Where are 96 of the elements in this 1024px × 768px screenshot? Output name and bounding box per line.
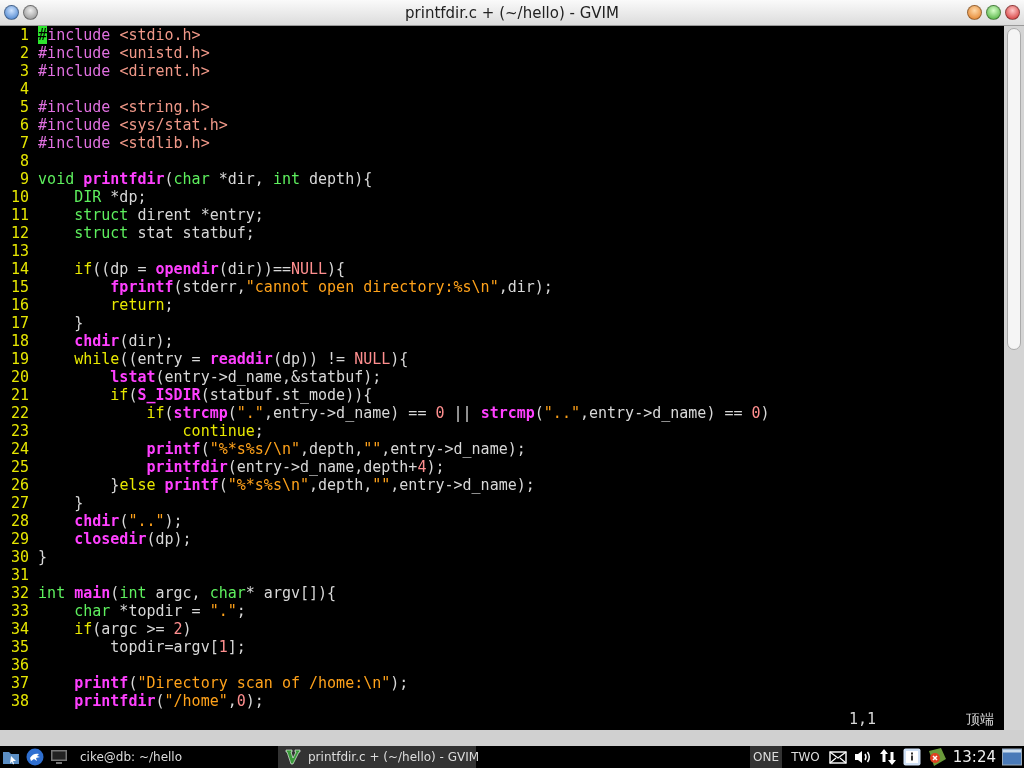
code-line: #include <unistd.h> (38, 44, 210, 62)
line-number: 19 (10, 350, 30, 368)
code-line: struct dirent *entry; (73, 206, 264, 224)
code-line: void printfdir(char *dir, int depth){ (38, 170, 373, 188)
line-number: 2 (19, 44, 30, 62)
line-number: 11 (10, 206, 30, 224)
line-number: 17 (10, 314, 30, 332)
code-line: int main(int argc, char* argv[]){ (38, 584, 337, 602)
sticky-button[interactable] (23, 5, 38, 20)
line-number: 5 (19, 98, 30, 116)
vim-icon (284, 748, 302, 766)
code-line: printfdir(entry->d_name,depth+4); (145, 458, 445, 476)
line-number: 38 (10, 692, 30, 710)
speaker-icon[interactable] (852, 749, 873, 765)
line-number: 32 (10, 584, 30, 602)
scroll-position: 顶端 (966, 710, 994, 728)
code-line: printf("%*s%s/\n",depth,"",entry->d_name); (145, 440, 526, 458)
line-number: 36 (10, 656, 30, 674)
line-number: 29 (10, 530, 30, 548)
line-number: 6 (19, 116, 30, 134)
taskbar-item[interactable]: printfdir.c + (~/hello) - GVIM (278, 746, 476, 768)
line-number: 9 (19, 170, 30, 188)
code-line: #include <string.h> (38, 98, 210, 116)
line-number: 18 (10, 332, 30, 350)
line-number: 3 (19, 62, 30, 80)
code-line: } (73, 494, 84, 512)
desktop-switch[interactable]: TWO (788, 746, 823, 768)
code-line: #include <sys/stat.h> (38, 116, 228, 134)
line-number: 28 (10, 512, 30, 530)
line-number: 8 (19, 152, 30, 170)
code-line: topdir=argv[1]; (109, 638, 246, 656)
line-number: 1 (19, 26, 30, 44)
code-line: chdir(".."); (73, 512, 183, 530)
line-number: 35 (10, 638, 30, 656)
window-menu-button[interactable] (4, 5, 19, 20)
code-line: fprintf(stderr,"cannot open directory:%s\n",dir); (109, 278, 553, 296)
code-line: if(S_ISDIR(statbuf.st_mode)){ (109, 386, 373, 404)
code-line: #include <stdlib.h> (38, 134, 210, 152)
code-line: printf("Directory scan of /home:\n"); (73, 674, 409, 692)
line-number: 22 (10, 404, 30, 422)
taskbar-item[interactable]: cike@db: ~/hello (74, 746, 272, 768)
line-number: 30 (10, 548, 30, 566)
code-line: } (38, 548, 48, 566)
window-title: printfdir.c + (~/hello) - GVIM (405, 3, 619, 22)
line-number: 21 (10, 386, 30, 404)
code-line: closedir(dp); (73, 530, 192, 548)
scrollbar-thumb[interactable] (1007, 28, 1021, 350)
code-line: printfdir("/home",0); (73, 692, 264, 710)
line-number: 25 (10, 458, 30, 476)
scrollbar[interactable] (1004, 26, 1024, 730)
line-number: 34 (10, 620, 30, 638)
code-line: if((dp = opendir(dir))==NULL){ (73, 260, 346, 278)
line-number: 7 (19, 134, 30, 152)
line-number: 24 (10, 440, 30, 458)
line-number: 20 (10, 368, 30, 386)
cursor-position: 1,1 (849, 710, 878, 728)
info-icon[interactable] (902, 748, 921, 766)
line-number: 26 (10, 476, 30, 494)
line-number: 4 (19, 80, 30, 98)
code-line: lstat(entry->d_name,&statbuf); (109, 368, 382, 386)
code-line: #include <stdio.h> (38, 26, 201, 44)
line-number: 15 (10, 278, 30, 296)
clock[interactable]: 13:24 (952, 748, 996, 766)
code-line: return; (109, 296, 174, 314)
close-button[interactable] (1005, 5, 1020, 20)
tray-warning-icon[interactable] (926, 747, 947, 767)
line-number: 31 (10, 566, 30, 584)
code-line: }else printf("%*s%s\n",depth,"",entry->d_name); (109, 476, 535, 494)
line-number: 37 (10, 674, 30, 692)
line-number: 23 (10, 422, 30, 440)
code-line: chdir(dir); (73, 332, 174, 350)
line-number: 10 (10, 188, 30, 206)
monitor-icon[interactable] (50, 749, 68, 765)
code-line: while((entry = readdir(dp)) != NULL){ (73, 350, 409, 368)
code-line: if(argc >= 2) (73, 620, 192, 638)
code-line: #include <dirent.h> (38, 62, 210, 80)
bird-logo-icon[interactable] (26, 748, 44, 766)
desktop-switch[interactable]: ONE (750, 746, 783, 768)
line-number: 12 (10, 224, 30, 242)
code-line: DIR *dp; (73, 188, 147, 206)
maximize-button[interactable] (986, 5, 1001, 20)
line-number: 27 (10, 494, 30, 512)
code-line: if(strcmp(".",entry->d_name) == 0 || strcmp("..",entry->d_name) == 0) (145, 404, 770, 422)
line-number: 16 (10, 296, 30, 314)
network-arrows-icon[interactable] (878, 748, 897, 766)
code-line: char *topdir = "."; (73, 602, 246, 620)
line-number: 33 (10, 602, 30, 620)
folder-icon[interactable] (2, 749, 20, 765)
minimize-button[interactable] (967, 5, 982, 20)
line-number: 13 (10, 242, 30, 260)
mail-icon[interactable] (828, 750, 847, 764)
code-line: struct stat statbuf; (73, 224, 255, 242)
line-number: 14 (10, 260, 30, 278)
show-desktop-icon[interactable] (1002, 748, 1022, 766)
code-line: continue; (181, 422, 264, 440)
code-line: } (73, 314, 84, 332)
